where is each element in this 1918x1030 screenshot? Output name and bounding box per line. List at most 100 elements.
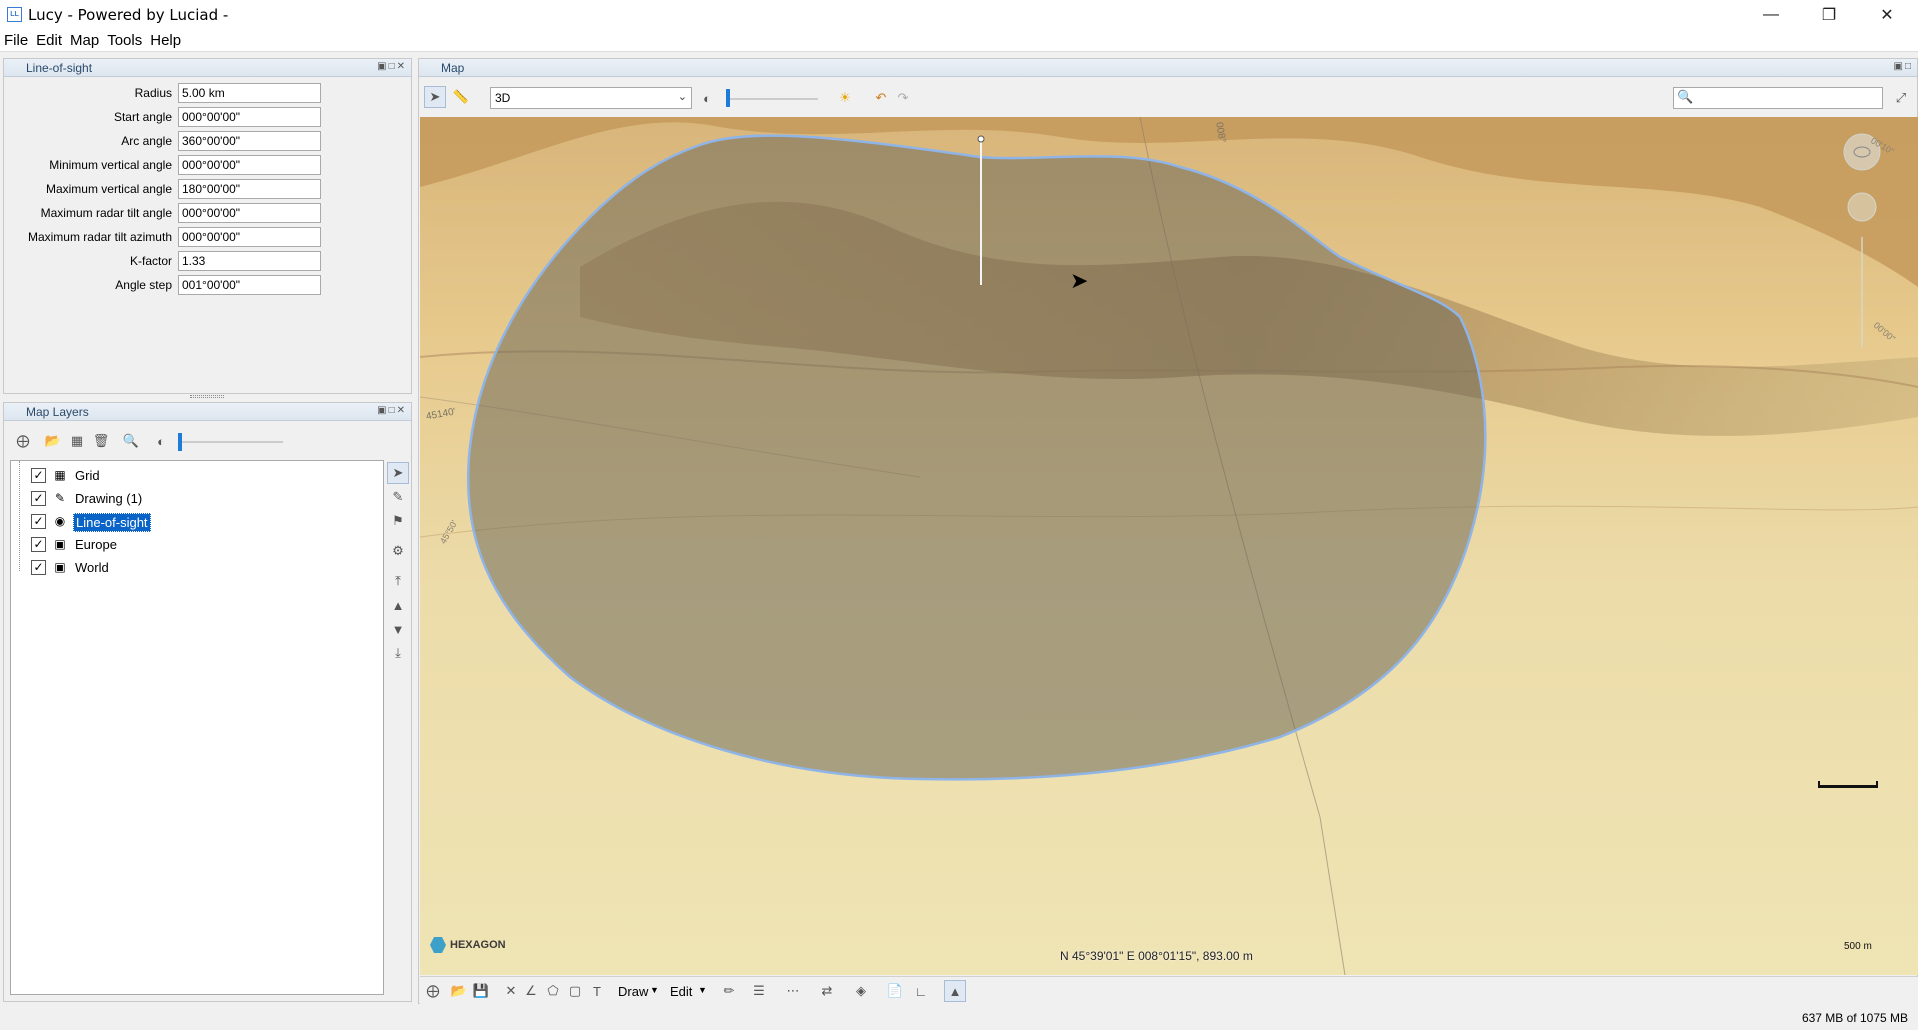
layer-label[interactable]: World <box>73 559 111 576</box>
field-label: Maximum vertical angle <box>45 182 172 196</box>
splitter-handle[interactable] <box>190 395 224 398</box>
layer-label[interactable]: Line-of-sight <box>73 513 151 532</box>
panel-title: Map Layers <box>26 405 89 419</box>
field-input[interactable] <box>178 83 321 103</box>
layer-label[interactable]: Europe <box>73 536 119 553</box>
maximize-map-icon[interactable]: ⤢ <box>1890 87 1912 109</box>
line-width-icon[interactable]: ☰ <box>748 980 770 1002</box>
field-input[interactable] <box>178 251 321 271</box>
panel-controls[interactable]: ▣□✕ <box>377 405 407 416</box>
move-up-icon[interactable]: ▲ <box>387 594 409 616</box>
panel-title: Line-of-sight <box>26 61 93 75</box>
map-search-input[interactable]: 🔍 <box>1673 87 1883 109</box>
polygon-icon[interactable]: ⬠ <box>542 980 564 1002</box>
settings-tool-icon[interactable]: ⚙ <box>387 540 409 562</box>
document-icon[interactable]: 📄 <box>884 980 906 1002</box>
line-color-icon[interactable]: ✏ <box>718 980 740 1002</box>
panel-controls[interactable]: ▣□✕ <box>377 61 407 72</box>
opacity-slider-thumb[interactable] <box>726 89 730 107</box>
sun-icon[interactable]: ☀ <box>834 87 856 109</box>
layer-visibility-checkbox[interactable]: ✓ <box>31 537 46 552</box>
layer-visibility-checkbox[interactable]: ✓ <box>31 491 46 506</box>
view-mode-value: 3D <box>495 91 511 105</box>
redo-icon[interactable]: ↷ <box>892 87 914 109</box>
menu-map[interactable]: Map <box>66 30 103 49</box>
opacity-slider-track[interactable] <box>726 98 818 100</box>
undo-icon[interactable]: ↶ <box>870 87 892 109</box>
panel-header: Line-of-sight ▣□✕ <box>4 59 411 77</box>
layer-row[interactable]: ✓ ▣ World <box>11 557 371 579</box>
restore-button[interactable]: ❐ <box>1806 0 1852 30</box>
menu-edit[interactable]: Edit <box>32 30 66 49</box>
rectangle-icon[interactable]: ▢ <box>564 980 586 1002</box>
edit-menu-button[interactable]: Edit <box>670 984 692 999</box>
open-icon[interactable]: 📂 <box>448 980 470 1002</box>
field-input[interactable] <box>178 131 321 151</box>
save-icon[interactable]: 💾 <box>470 980 492 1002</box>
move-bottom-icon[interactable]: ⤓ <box>387 642 409 664</box>
antenna-top-point[interactable] <box>977 135 985 143</box>
panel-header: Map Layers ▣□✕ <box>4 403 411 421</box>
field-input[interactable] <box>178 203 321 223</box>
delete-icon[interactable]: ✕ <box>500 980 522 1002</box>
move-top-icon[interactable]: ⤒ <box>387 570 409 592</box>
field-input[interactable] <box>178 155 321 175</box>
layer-visibility-checkbox[interactable]: ✓ <box>31 514 46 529</box>
layer-visibility-checkbox[interactable]: ✓ <box>31 560 46 575</box>
label-tool-icon[interactable]: ⚑ <box>387 510 409 532</box>
field-input[interactable] <box>178 179 321 199</box>
select-mode-icon[interactable]: ➤ <box>424 86 446 108</box>
zoom-to-layer-icon[interactable]: 🔍 <box>120 430 142 452</box>
layer-row[interactable]: ✓ ✎ Drawing (1) <box>11 488 371 510</box>
form-row: Arc angle <box>4 131 334 151</box>
delete-layer-icon[interactable]: 🗑 <box>90 430 112 452</box>
menu-help[interactable]: Help <box>146 30 185 49</box>
field-label: Maximum radar tilt angle <box>40 206 172 220</box>
menu-file[interactable]: File <box>0 30 32 49</box>
move-down-icon[interactable]: ▼ <box>387 618 409 640</box>
panel-controls[interactable]: ▣□ <box>1894 61 1914 72</box>
map-toolbar: ➤ 📏 3D ⌄ ◐ ☀ ↶ ↷ <box>422 84 1122 112</box>
text-icon[interactable]: T <box>586 980 608 1002</box>
layer-row[interactable]: ✓ ◉ Line-of-sight <box>11 511 371 533</box>
memory-usage: 637 MB of 1075 MB <box>1801 1011 1908 1025</box>
status-bar: 637 MB of 1075 MB <box>0 1005 1918 1030</box>
add-layer-icon[interactable]: ⨁ <box>12 430 34 452</box>
layer-label[interactable]: Drawing (1) <box>73 490 144 507</box>
polyline-icon[interactable]: ∠ <box>520 980 542 1002</box>
raster-icon: ▣ <box>54 560 66 574</box>
field-input[interactable] <box>178 107 321 127</box>
arrow-style-icon[interactable]: ⇄ <box>816 980 838 1002</box>
pan-control-icon[interactable] <box>1847 192 1877 222</box>
axis-icon[interactable]: ∟ <box>910 980 932 1002</box>
chevron-down-icon: ⌄ <box>677 91 687 103</box>
draw-menu-button[interactable]: Draw <box>618 984 648 999</box>
close-button[interactable]: ✕ <box>1864 0 1910 30</box>
line-style-icon[interactable]: ⋯ <box>782 980 804 1002</box>
transparency-slider-track[interactable] <box>178 441 283 443</box>
edit-tool-icon[interactable]: ✎ <box>387 486 409 508</box>
field-input[interactable] <box>178 227 321 247</box>
ruler-icon[interactable]: 📏 <box>450 86 472 108</box>
layer-row[interactable]: ✓ ▣ Europe <box>11 534 371 556</box>
fill-icon[interactable]: ◈ <box>850 980 872 1002</box>
layer-visibility-checkbox[interactable]: ✓ <box>31 468 46 483</box>
layer-row[interactable]: ✓ ▦ Grid <box>11 465 371 487</box>
map-view[interactable]: 45140' 008° 00'10" 00'00" 45°50' ➤ HEXAG… <box>420 117 1918 975</box>
form-row: Radius <box>4 83 334 103</box>
open-folder-icon[interactable]: 📂 <box>42 430 64 452</box>
select-tool-icon[interactable]: ➤ <box>387 462 409 484</box>
field-input[interactable] <box>178 275 321 295</box>
field-label: Radius <box>134 86 172 100</box>
layer-properties-icon[interactable]: ▦ <box>66 430 88 452</box>
terrain-profile-icon[interactable]: ▲ <box>944 980 966 1002</box>
form-row: Angle step <box>4 275 334 295</box>
field-label: Arc angle <box>121 134 172 148</box>
menu-tools[interactable]: Tools <box>103 30 146 49</box>
layer-label[interactable]: Grid <box>73 467 102 484</box>
minimize-button[interactable]: — <box>1748 0 1794 30</box>
logo-text: HEXAGON <box>450 939 506 951</box>
view-mode-select[interactable]: 3D ⌄ <box>490 87 692 109</box>
transparency-slider-thumb[interactable] <box>178 433 182 451</box>
new-shape-icon[interactable]: ⨁ <box>422 980 444 1002</box>
